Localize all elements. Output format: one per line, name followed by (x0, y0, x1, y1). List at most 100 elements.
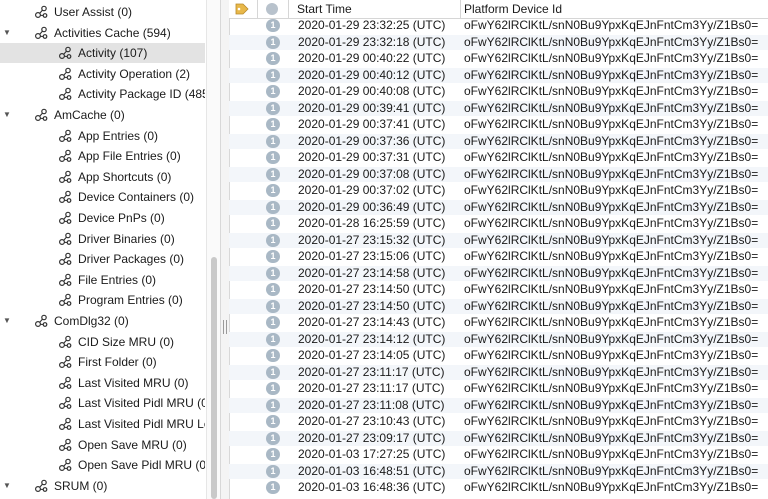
table-row[interactable]: 1 2020-01-27 23:14:50 (UTC) oFwY62lRClKtL/… (229, 282, 768, 298)
cell-start-time: 2020-01-27 23:14:12 (UTC) (298, 331, 446, 346)
table-row[interactable]: 1 2020-01-29 23:32:25 (UTC) oFwY62lRClKtL/… (229, 18, 768, 34)
cell-platform-device-id: oFwY62lRClKtL/snN0Bu9YpxKqEJnFntCm3Yy/Z1… (464, 232, 759, 247)
tree-item[interactable]: Last Visited Pidl MRU Leg (0, 414, 205, 434)
table-row[interactable]: 1 2020-01-29 00:40:12 (UTC) oFwY62lRClKtL/… (229, 67, 768, 83)
cell-platform-device-id: oFwY62lRClKtL/snN0Bu9YpxKqEJnFntCm3Yy/Z1… (464, 249, 759, 263)
node-graph-icon (58, 273, 72, 286)
count-badge: 1 (266, 299, 280, 313)
table-row[interactable]: 1 2020-01-28 16:25:59 (UTC) oFwY62lRClKtL/… (229, 216, 768, 232)
count-badge: 1 (266, 233, 280, 247)
tree-item-label: Driver Packages (0) (78, 252, 185, 267)
sidebar-scrollbar-thumb[interactable] (211, 257, 217, 499)
tree-item[interactable]: Driver Binaries (0) (0, 229, 205, 249)
tree-item-label: App Entries (0) (78, 128, 159, 143)
cell-platform-device-id: oFwY62lRClKtL/snN0Bu9YpxKqEJnFntCm3Yy/Z1… (464, 150, 759, 164)
tree-item[interactable]: Device Containers (0) (0, 187, 205, 207)
table-row[interactable]: 1 2020-01-29 00:40:08 (UTC) oFwY62lRClKtL/… (229, 84, 768, 100)
table-row[interactable]: 1 2020-01-29 23:32:18 (UTC) oFwY62lRClKtL/… (229, 34, 768, 50)
tree-item[interactable]: CID Size MRU (0) (0, 332, 205, 352)
table-row[interactable]: 1 2020-01-27 23:09:17 (UTC) oFwY62lRClKtL/… (229, 430, 768, 446)
table-row[interactable]: 1 2020-01-27 23:14:50 (UTC) oFwY62lRClKtL/… (229, 298, 768, 314)
cell-start-time: 2020-01-29 00:37:41 (UTC) (298, 117, 446, 131)
cell-start-time: 2020-01-27 23:09:17 (UTC) (298, 430, 446, 445)
table-header: Start Time Platform Device Id (229, 0, 768, 19)
count-badge: 1 (266, 382, 280, 395)
disclosure-triangle-icon[interactable]: ▼ (2, 311, 12, 331)
cell-platform-device-id: oFwY62lRClKtL/snN0Bu9YpxKqEJnFntCm3Yy/Z1… (464, 463, 759, 478)
tree-item[interactable]: Activity Package ID (485) (0, 84, 205, 104)
table-row[interactable]: 1 2020-01-29 00:39:41 (UTC) oFwY62lRClKtL/… (229, 100, 768, 116)
tree-item[interactable]: ▼ Activities Cache (594) (0, 23, 205, 43)
column-header-status[interactable] (258, 0, 289, 18)
tree-item[interactable]: Activity Operation (2) (0, 64, 205, 84)
tree-item[interactable]: ▼ SRUM (0) (0, 476, 205, 496)
tree-item[interactable]: Open Save Pidl MRU (0) (0, 455, 205, 475)
table-row[interactable]: 1 2020-01-27 23:14:05 (UTC) oFwY62lRClKtL/… (229, 348, 768, 364)
node-graph-icon (58, 335, 72, 348)
tree-item[interactable]: App File Entries (0) (0, 146, 205, 166)
table-row[interactable]: 1 2020-01-27 23:14:12 (UTC) oFwY62lRClKtL/… (229, 331, 768, 347)
table-row[interactable]: 1 2020-01-27 23:11:17 (UTC) oFwY62lRClKtL/… (229, 364, 768, 380)
tree-item-label: First Folder (0) (78, 355, 157, 370)
node-graph-icon (34, 5, 48, 19)
tree-item[interactable]: Activity (107) (0, 43, 205, 64)
cell-platform-device-id: oFwY62lRClKtL/snN0Bu9YpxKqEJnFntCm3Yy/Z1… (464, 100, 759, 115)
tree-item[interactable]: Last Visited Pidl MRU (0) (0, 393, 205, 413)
table-row[interactable]: 1 2020-01-03 16:48:36 (UTC) oFwY62lRClKtL/… (229, 480, 768, 496)
cell-start-time: 2020-01-03 16:48:36 (UTC) (298, 480, 446, 494)
count-badge: 1 (266, 415, 280, 428)
tree-item[interactable]: Open Save MRU (0) (0, 435, 205, 455)
table-row[interactable]: 1 2020-01-29 00:37:02 (UTC) oFwY62lRClKtL/… (229, 183, 768, 199)
table-row[interactable]: 1 2020-01-27 23:11:08 (UTC) oFwY62lRClKtL/… (229, 397, 768, 413)
table-row[interactable]: 1 2020-01-29 00:37:31 (UTC) oFwY62lRClKtL/… (229, 150, 768, 166)
tree-item[interactable]: Last Visited MRU (0) (0, 373, 205, 393)
count-badge: 1 (266, 349, 280, 362)
table-row[interactable]: 1 2020-01-29 00:40:22 (UTC) oFwY62lRClKtL/… (229, 51, 768, 67)
table-row[interactable]: 1 2020-01-29 00:37:41 (UTC) oFwY62lRClKtL/… (229, 117, 768, 133)
cell-platform-device-id: oFwY62lRClKtL/snN0Bu9YpxKqEJnFntCm3Yy/Z1… (464, 67, 759, 82)
tree-item[interactable]: ▼ ComDlg32 (0) (0, 311, 205, 331)
cell-start-time: 2020-01-27 23:10:43 (UTC) (298, 414, 446, 428)
count-badge: 1 (266, 332, 280, 346)
cell-platform-device-id: oFwY62lRClKtL/snN0Bu9YpxKqEJnFntCm3Yy/Z1… (464, 216, 759, 230)
table-row[interactable]: 1 2020-01-27 23:14:58 (UTC) oFwY62lRClKtL/… (229, 265, 768, 281)
sidebar-tree: User Assist (0) ▼ Activities Cache (594) Ac… (0, 0, 205, 499)
column-header-tag[interactable] (229, 0, 258, 18)
node-graph-icon (58, 458, 72, 472)
tree-item[interactable]: File Entries (0) (0, 270, 205, 290)
node-graph-icon (34, 26, 48, 39)
cell-platform-device-id: oFwY62lRClKtL/snN0Bu9YpxKqEJnFntCm3Yy/Z1… (464, 381, 759, 395)
column-header-platform-device-id[interactable]: Platform Device Id (461, 0, 768, 18)
sidebar-scrollbar[interactable] (206, 0, 221, 499)
tree-item[interactable]: App Entries (0) (0, 126, 205, 146)
disclosure-triangle-icon[interactable]: ▼ (2, 105, 12, 125)
column-header-start-time[interactable]: Start Time (289, 0, 461, 18)
tree-item-label: Open Save MRU (0) (78, 437, 187, 452)
tree-item[interactable]: Driver Packages (0) (0, 249, 205, 269)
table-row[interactable]: 1 2020-01-27 23:15:32 (UTC) oFwY62lRClKtL/… (229, 232, 768, 248)
node-graph-icon (58, 232, 72, 245)
count-badge: 1 (266, 283, 280, 296)
table-row[interactable]: 1 2020-01-27 23:14:43 (UTC) oFwY62lRClKtL/… (229, 315, 768, 331)
cell-platform-device-id: oFwY62lRClKtL/snN0Bu9YpxKqEJnFntCm3Yy/Z1… (464, 117, 759, 131)
disclosure-triangle-icon[interactable]: ▼ (2, 23, 12, 43)
disclosure-triangle-icon[interactable]: ▼ (2, 476, 12, 496)
count-badge: 1 (266, 35, 280, 49)
table-row[interactable]: 1 2020-01-27 23:11:17 (UTC) oFwY62lRClKtL/… (229, 381, 768, 397)
node-graph-icon (58, 129, 72, 142)
table-row[interactable]: 1 2020-01-29 00:37:36 (UTC) oFwY62lRClKtL/… (229, 133, 768, 149)
tree-item[interactable]: App Shortcuts (0) (0, 167, 205, 187)
table-row[interactable]: 1 2020-01-27 23:10:43 (UTC) oFwY62lRClKtL/… (229, 414, 768, 430)
table-row[interactable]: 1 2020-01-03 17:27:25 (UTC) oFwY62lRClKtL/… (229, 447, 768, 463)
table-row[interactable]: 1 2020-01-29 00:36:49 (UTC) oFwY62lRClKtL/… (229, 199, 768, 215)
table-row[interactable]: 1 2020-01-29 00:37:08 (UTC) oFwY62lRClKtL/… (229, 166, 768, 182)
tree-item[interactable]: Device PnPs (0) (0, 208, 205, 228)
cell-start-time: 2020-01-27 23:15:06 (UTC) (298, 249, 446, 263)
table-row[interactable]: 1 2020-01-27 23:15:06 (UTC) oFwY62lRClKtL/… (229, 249, 768, 265)
tree-item[interactable]: User Assist (0) (0, 2, 205, 22)
tree-item[interactable]: Program Entries (0) (0, 290, 205, 310)
table-row[interactable]: 1 2020-01-03 16:48:51 (UTC) oFwY62lRClKtL/… (229, 463, 768, 479)
tree-item[interactable]: First Folder (0) (0, 352, 205, 372)
count-badge: 1 (266, 481, 280, 494)
tree-item[interactable]: ▼ AmCache (0) (0, 105, 205, 125)
